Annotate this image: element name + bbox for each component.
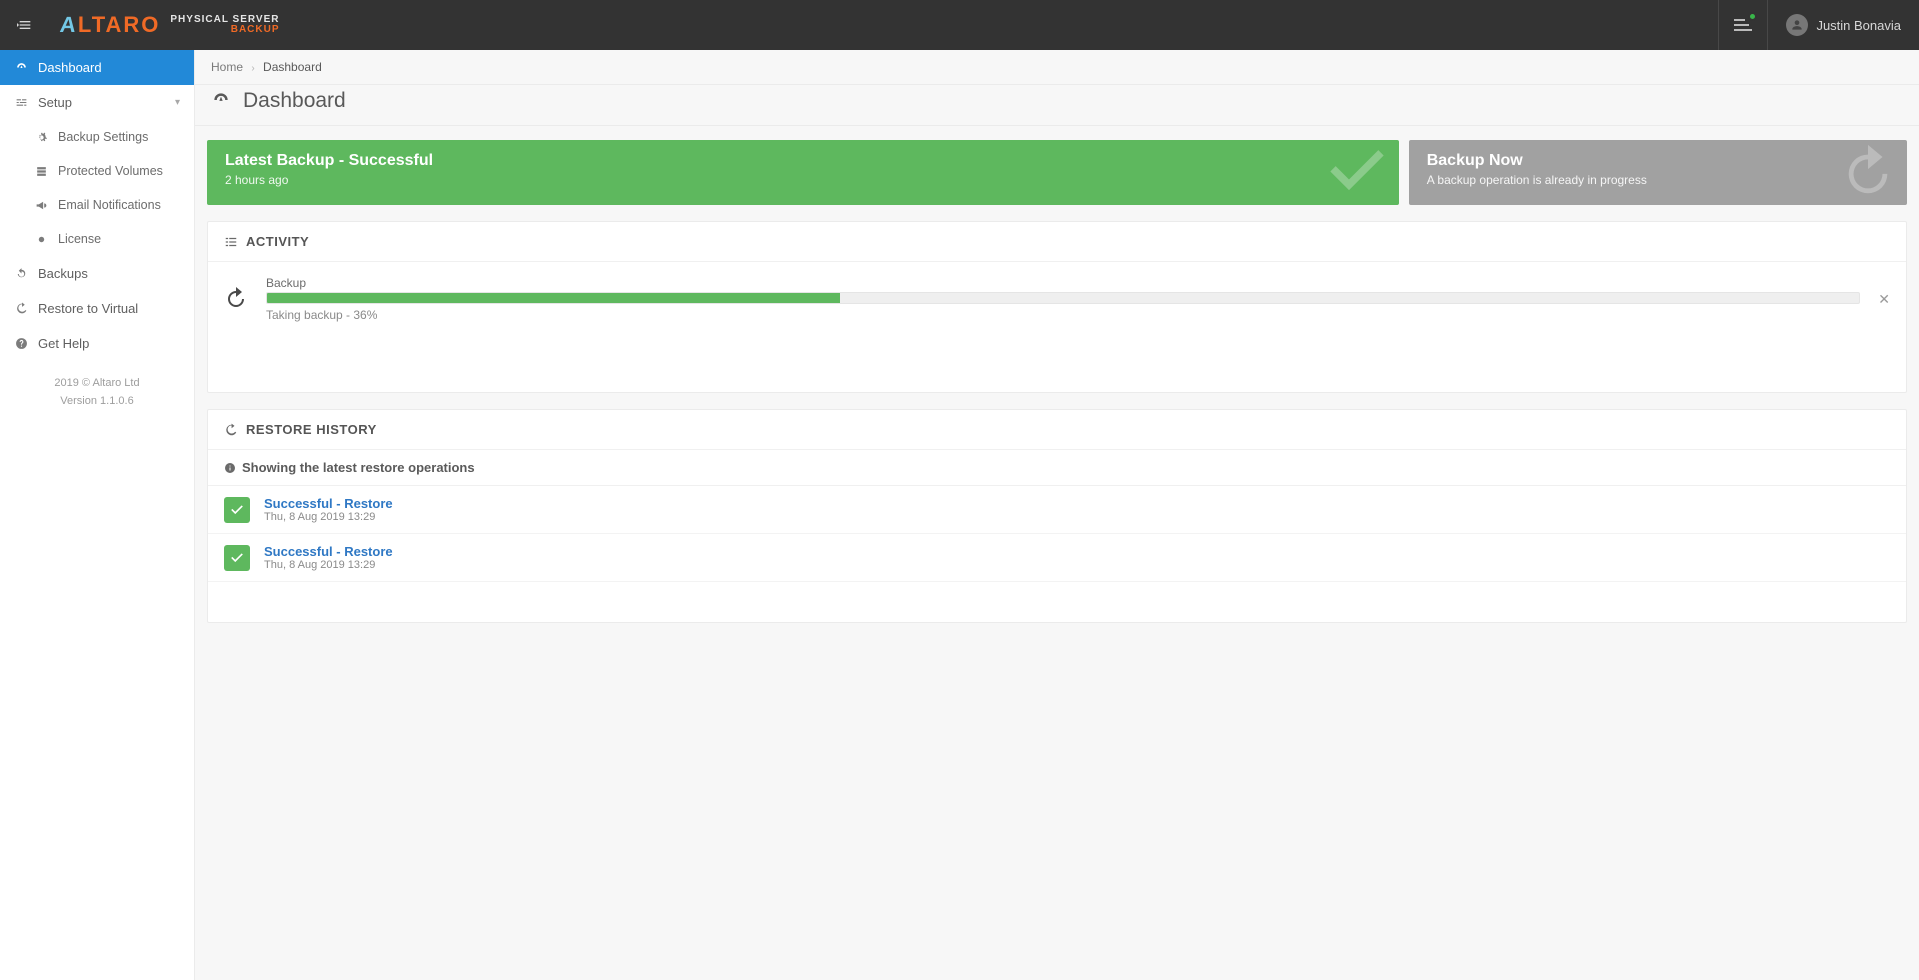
sliders-icon (14, 96, 28, 109)
sidebar-item-restore-virtual[interactable]: Restore to Virtual (0, 291, 194, 326)
backup-now-tile: Backup Now A backup operation is already… (1409, 140, 1907, 205)
latest-backup-tile[interactable]: Latest Backup - Successful 2 hours ago (207, 140, 1399, 205)
topbar: ALTARO PHYSICAL SERVER BACKUP Justin Bon… (0, 0, 1919, 50)
list-icon (224, 235, 238, 249)
disk-icon (34, 165, 48, 178)
help-icon (14, 337, 28, 350)
history-icon (224, 423, 238, 437)
restore-history-info-text: Showing the latest restore operations (242, 460, 475, 475)
history-item-title[interactable]: Successful - Restore (264, 496, 393, 511)
activity-card: ACTIVITY Backup Taking backup - 36% (207, 221, 1907, 393)
close-icon[interactable]: ✕ (1878, 291, 1890, 308)
brand-logo: ALTARO PHYSICAL SERVER BACKUP (50, 12, 280, 38)
sidebar-item-label: Email Notifications (58, 198, 161, 212)
info-icon (224, 462, 236, 474)
activity-header: ACTIVITY (246, 234, 309, 249)
restore-history-card: RESTORE HISTORY Showing the latest resto… (207, 409, 1907, 623)
refresh-icon (14, 267, 28, 280)
chevron-down-icon: ▾ (175, 97, 180, 108)
refresh-icon (1839, 142, 1897, 203)
sidebar-item-license[interactable]: License (0, 222, 194, 256)
sidebar-item-label: Restore to Virtual (38, 301, 138, 316)
cogs-icon (34, 131, 48, 144)
sidebar-item-label: License (58, 232, 101, 246)
breadcrumb-home[interactable]: Home (211, 60, 243, 74)
avatar (1786, 14, 1808, 36)
backup-now-sub: A backup operation is already in progres… (1427, 173, 1889, 187)
sidebar-item-label: Setup (38, 95, 72, 110)
activity-progress (266, 292, 1860, 304)
user-menu[interactable]: Justin Bonavia (1768, 0, 1919, 50)
activity-title: Backup (266, 276, 1860, 290)
sidebar-item-label: Protected Volumes (58, 164, 163, 178)
user-name: Justin Bonavia (1816, 18, 1901, 33)
activity-status: Taking backup - 36% (266, 308, 1860, 322)
megaphone-icon (34, 199, 48, 212)
refresh-icon (224, 286, 248, 313)
sidebar: Dashboard Setup ▾ Backup Settings Pr (0, 50, 195, 980)
history-item-title[interactable]: Successful - Restore (264, 544, 393, 559)
success-badge (224, 497, 250, 523)
sidebar-item-label: Get Help (38, 336, 89, 351)
task-status-dot (1748, 12, 1757, 21)
sidebar-item-label: Backup Settings (58, 130, 148, 144)
gauge-icon (211, 90, 231, 113)
sidebar-toggle-button[interactable] (0, 0, 50, 50)
sidebar-item-setup[interactable]: Setup ▾ (0, 85, 194, 120)
sidebar-item-get-help[interactable]: Get Help (0, 326, 194, 361)
brand-sub2: BACKUP (170, 25, 279, 35)
breadcrumb-current: Dashboard (263, 60, 322, 74)
sidebar-item-backups[interactable]: Backups (0, 256, 194, 291)
check-icon (230, 551, 244, 565)
main-content: Home › Dashboard Dashboard Latest Backup… (195, 50, 1919, 980)
latest-backup-sub: 2 hours ago (225, 173, 1381, 187)
restore-history-info: Showing the latest restore operations (208, 450, 1906, 486)
sidebar-item-label: Dashboard (38, 60, 102, 75)
sidebar-item-email-notifications[interactable]: Email Notifications (0, 188, 194, 222)
check-icon (1325, 140, 1389, 205)
history-icon (14, 302, 28, 315)
backup-now-title: Backup Now (1427, 152, 1889, 170)
brand-logo-main: ALTARO (60, 12, 160, 38)
breadcrumb: Home › Dashboard (195, 50, 1919, 85)
chevron-right-icon: › (251, 63, 254, 74)
latest-backup-title: Latest Backup - Successful (225, 152, 1381, 170)
sidebar-item-backup-settings[interactable]: Backup Settings (0, 120, 194, 154)
sidebar-item-dashboard[interactable]: Dashboard (0, 50, 194, 85)
success-badge (224, 545, 250, 571)
version-text: Version 1.1.0.6 (0, 393, 194, 411)
restore-history-header: RESTORE HISTORY (246, 422, 377, 437)
gauge-icon (14, 61, 28, 74)
tasks-button[interactable] (1719, 0, 1767, 50)
copyright-text: 2019 © Altaro Ltd (0, 375, 194, 393)
check-icon (230, 503, 244, 517)
history-item: Successful - Restore Thu, 8 Aug 2019 13:… (208, 534, 1906, 582)
history-item: Successful - Restore Thu, 8 Aug 2019 13:… (208, 486, 1906, 534)
history-item-time: Thu, 8 Aug 2019 13:29 (264, 559, 393, 571)
history-item-time: Thu, 8 Aug 2019 13:29 (264, 511, 393, 523)
page-title: Dashboard (243, 89, 346, 113)
sidebar-item-label: Backups (38, 266, 88, 281)
sidebar-item-protected-volumes[interactable]: Protected Volumes (0, 154, 194, 188)
circle-icon (34, 233, 48, 246)
